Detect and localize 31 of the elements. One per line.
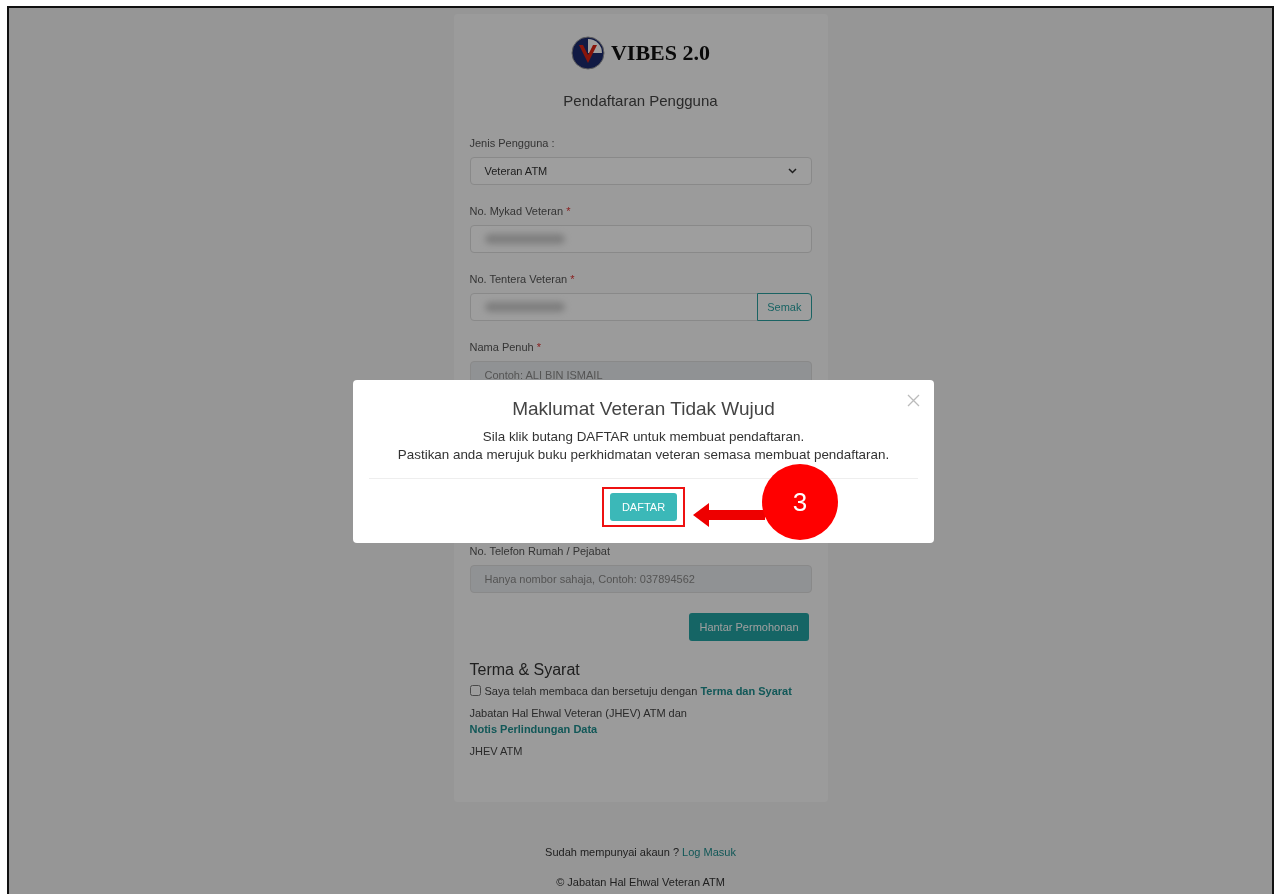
modal-message: Pastikan anda merujuk buku perkhidmatan veteran semasa membuat pendaftaran. <box>397 446 890 464</box>
chevron-down-icon <box>787 168 797 174</box>
submit-button[interactable]: Hantar Permohonan <box>689 613 809 641</box>
notice-text: Jabatan Hal Ehwal Veteran (JHEV) ATM dan Notis Perlindungan Data <box>469 706 688 737</box>
modal-message: Sila klik butang DAFTAR untuk membuat pendaftaran. <box>481 428 806 446</box>
login-link[interactable]: Log Masuk <box>682 846 736 858</box>
brand-title: VIBES 2.0 <box>610 40 710 66</box>
modal-title: Maklumat Veteran Tidak Wujud <box>512 398 775 420</box>
field-label: Nama Penuh * <box>469 341 543 355</box>
copyright-text: © Jabatan Hal Ehwal Veteran ATM <box>556 876 725 888</box>
field-label: Jenis Pengguna : <box>469 137 556 151</box>
check-button[interactable]: Semak <box>757 293 812 321</box>
input-field[interactable] <box>469 225 812 253</box>
agree-text: Saya telah membaca dan bersetuju dengan <box>484 685 699 697</box>
logo-icon <box>570 36 605 70</box>
field-label: No. Telefon Rumah / Pejabat <box>469 545 611 559</box>
field-label: No. Tentera Veteran * <box>469 273 576 287</box>
input-field[interactable] <box>469 293 759 321</box>
terms-link[interactable]: Terma dan Syarat <box>700 685 792 697</box>
owner-text: JHEV ATM <box>469 744 524 759</box>
page-heading: Pendaftaran Pengguna <box>562 92 719 109</box>
arrow-icon <box>692 503 765 527</box>
field-label: No. Mykad Veteran * <box>469 205 572 219</box>
step-number: 3 <box>761 464 838 540</box>
register-button[interactable]: DAFTAR <box>609 493 678 521</box>
terms-title: Terma & Syarat <box>469 661 581 679</box>
close-icon[interactable] <box>907 394 920 407</box>
privacy-notice-link[interactable]: Notis Perlindungan Data <box>469 723 598 735</box>
account-text: Sudah mempunyai akaun ? Log Masuk <box>545 846 736 858</box>
select-field[interactable]: Veteran ATM <box>469 157 812 185</box>
agree-checkbox[interactable] <box>469 685 481 696</box>
